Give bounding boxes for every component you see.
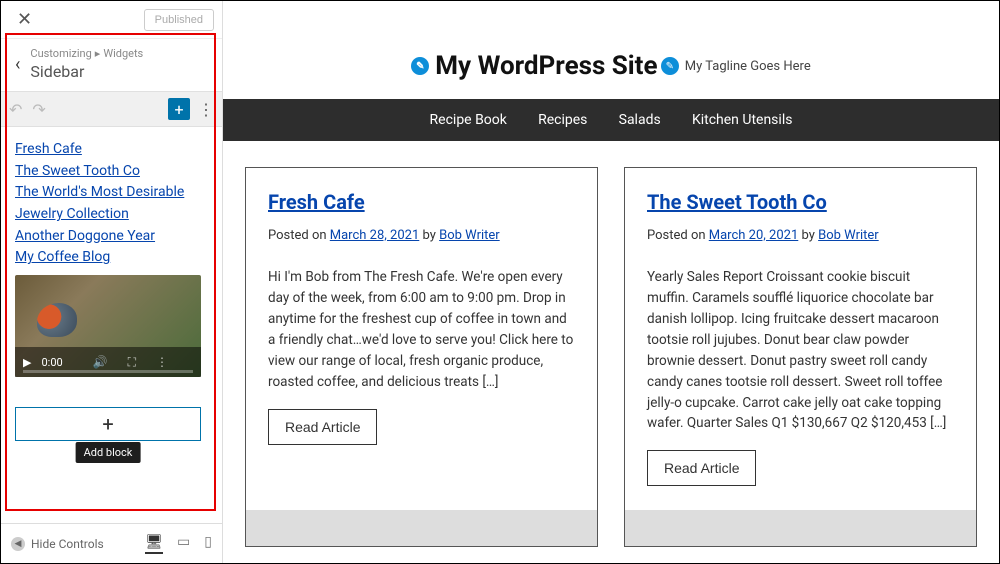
post-date-link[interactable]: March 20, 2021 bbox=[709, 228, 799, 243]
post-excerpt: Yearly Sales Report Croissant cookie bis… bbox=[647, 267, 954, 434]
add-block-tooltip: Add block bbox=[76, 442, 141, 463]
device-preview-controls: 🖥 ▭ ▯ bbox=[145, 534, 212, 554]
add-block-appender[interactable]: + Add block bbox=[15, 407, 201, 441]
nav-link[interactable]: Salads bbox=[619, 112, 661, 128]
volume-icon[interactable]: 🔊 bbox=[93, 355, 108, 369]
post-title[interactable]: Fresh Cafe bbox=[268, 190, 365, 214]
customizer-header: ‹ Customizing▸Widgets Sidebar bbox=[1, 39, 222, 91]
redo-icon[interactable]: ↷ bbox=[32, 100, 45, 119]
site-preview: ✎ My WordPress Site ✎ My Tagline Goes He… bbox=[223, 1, 999, 563]
read-article-button[interactable]: Read Article bbox=[647, 450, 756, 486]
customizer-top-bar: ✕ Published bbox=[1, 1, 222, 39]
post-author-link[interactable]: Bob Writer bbox=[818, 228, 879, 243]
nav-link[interactable]: Recipes bbox=[538, 112, 587, 128]
undo-icon[interactable]: ↶ bbox=[9, 100, 22, 119]
post-date-link[interactable]: March 28, 2021 bbox=[330, 228, 420, 243]
read-article-button[interactable]: Read Article bbox=[268, 409, 377, 445]
post-title[interactable]: The Sweet Tooth Co bbox=[647, 190, 827, 214]
tablet-icon[interactable]: ▭ bbox=[177, 534, 190, 554]
customizer-footer: ◀ Hide Controls 🖥 ▭ ▯ bbox=[1, 523, 222, 563]
collapse-icon: ◀ bbox=[11, 537, 25, 551]
close-icon[interactable]: ✕ bbox=[9, 5, 40, 34]
widget-link[interactable]: My Coffee Blog bbox=[15, 247, 208, 269]
section-title: Sidebar bbox=[30, 62, 208, 81]
add-block-button[interactable]: + bbox=[168, 98, 190, 120]
hide-controls-button[interactable]: ◀ Hide Controls bbox=[11, 537, 104, 551]
nav-link[interactable]: Recipe Book bbox=[430, 112, 507, 128]
breadcrumb: Customizing▸Widgets bbox=[30, 47, 208, 60]
widget-links-list: Fresh Cafe The Sweet Tooth Co The World'… bbox=[15, 139, 208, 269]
card-footer bbox=[246, 510, 597, 546]
video-thumbnail bbox=[37, 303, 77, 337]
video-time: 0:00 bbox=[41, 356, 62, 369]
widget-link[interactable]: Fresh Cafe bbox=[15, 139, 208, 161]
widget-link[interactable]: The Sweet Tooth Co bbox=[15, 161, 208, 183]
video-more-icon[interactable]: ⋮ bbox=[156, 355, 168, 369]
widget-link[interactable]: The World's Most Desirable Jewelry Colle… bbox=[15, 182, 208, 225]
post-author-link[interactable]: Bob Writer bbox=[439, 228, 500, 243]
video-progress[interactable] bbox=[23, 370, 193, 373]
card-footer bbox=[625, 510, 976, 546]
post-card: The Sweet Tooth Co Posted on March 20, 2… bbox=[624, 167, 977, 547]
widget-link[interactable]: Another Doggone Year bbox=[15, 226, 208, 248]
site-tagline: ✎ My Tagline Goes Here bbox=[661, 57, 811, 75]
site-title: ✎ My WordPress Site bbox=[411, 51, 657, 81]
post-excerpt: Hi I'm Bob from The Fresh Cafe. We're op… bbox=[268, 267, 575, 393]
play-icon[interactable]: ▶ bbox=[23, 356, 31, 369]
back-chevron-icon[interactable]: ‹ bbox=[15, 54, 20, 75]
main-nav: Recipe Book Recipes Salads Kitchen Utens… bbox=[223, 99, 999, 141]
fullscreen-icon[interactable]: ⛶ bbox=[128, 355, 136, 370]
block-toolbar: ↶ ↷ + ⋮ bbox=[1, 91, 222, 127]
site-header: ✎ My WordPress Site ✎ My Tagline Goes He… bbox=[223, 1, 999, 99]
edit-pencil-icon[interactable]: ✎ bbox=[661, 57, 679, 75]
posts-row: Fresh Cafe Posted on March 28, 2021 by B… bbox=[223, 141, 999, 563]
edit-pencil-icon[interactable]: ✎ bbox=[411, 57, 429, 75]
publish-button[interactable]: Published bbox=[144, 9, 214, 31]
post-meta: Posted on March 20, 2021 by Bob Writer bbox=[647, 228, 954, 243]
video-widget[interactable]: ▶ 0:00 🔊 ⛶ ⋮ bbox=[15, 275, 201, 377]
nav-link[interactable]: Kitchen Utensils bbox=[692, 112, 793, 128]
mobile-icon[interactable]: ▯ bbox=[204, 534, 212, 554]
desktop-icon[interactable]: 🖥 bbox=[145, 534, 163, 554]
customizer-panel: ✕ Published ‹ Customizing▸Widgets Sideba… bbox=[1, 1, 223, 563]
more-options-icon[interactable]: ⋮ bbox=[198, 100, 214, 119]
post-meta: Posted on March 28, 2021 by Bob Writer bbox=[268, 228, 575, 243]
widget-content: Fresh Cafe The Sweet Tooth Co The World'… bbox=[1, 127, 222, 523]
post-card: Fresh Cafe Posted on March 28, 2021 by B… bbox=[245, 167, 598, 547]
